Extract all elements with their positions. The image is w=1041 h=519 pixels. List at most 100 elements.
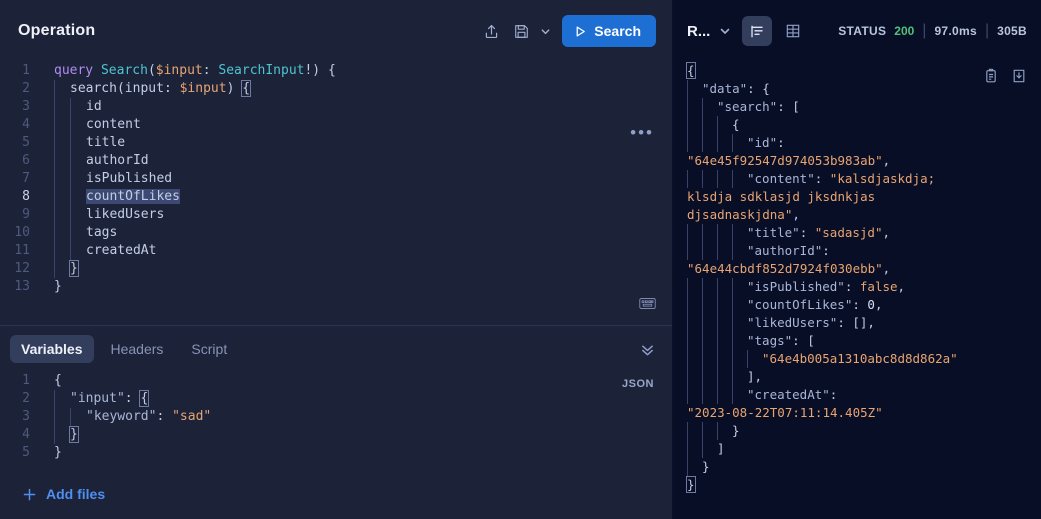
response-lines: {"data": {"search": [{"id": "64e45f92547d… — [686, 62, 1041, 494]
code-line: 1 query Search($input: SearchInput!) { — [0, 62, 672, 80]
indent-guide — [687, 278, 702, 296]
line-number: 1 — [22, 373, 30, 388]
code-token: "input" — [70, 391, 125, 406]
response-chevron-down-icon[interactable] — [716, 17, 734, 45]
indent-guide — [54, 408, 70, 426]
indent-guide — [54, 170, 70, 188]
indent-guide — [702, 422, 717, 440]
download-icon[interactable] — [1011, 68, 1027, 84]
line-number: 4 — [22, 117, 30, 132]
response-token: klsdja sdklasjd jksdnkjas — [687, 189, 876, 204]
line-number: 4 — [22, 427, 30, 442]
indent-guide — [687, 242, 702, 260]
code-line: 2 search(input: $input) { — [0, 80, 672, 98]
indent-guide — [70, 224, 86, 242]
share-upload-icon[interactable] — [476, 16, 506, 46]
line-number: 8 — [22, 189, 30, 204]
code-line: 12} — [0, 260, 672, 278]
response-token: "data" — [702, 81, 748, 96]
code-line: 7 isPublished — [0, 170, 672, 188]
code-line: 3 id — [0, 98, 672, 116]
tab-headers[interactable]: Headers — [100, 335, 175, 363]
response-line: "title": "sadasjd", — [687, 224, 1041, 242]
clipboard-copy-icon[interactable] — [983, 68, 999, 84]
code-text: id — [40, 98, 102, 116]
add-files-button[interactable]: Add files — [0, 469, 672, 519]
response-body[interactable]: {"data": {"search": [{"id": "64e45f92547d… — [673, 62, 1041, 519]
tab-variables[interactable]: Variables — [10, 335, 94, 363]
response-token: , — [874, 297, 883, 312]
tab-script[interactable]: Script — [180, 335, 238, 363]
response-token: "createdAt" — [747, 387, 830, 402]
editor-more-menu-icon[interactable]: ••• — [630, 124, 654, 141]
table-view-icon[interactable] — [778, 16, 808, 46]
indent-guide — [702, 278, 717, 296]
code-text: isPublished — [40, 170, 172, 188]
code-text: createdAt — [40, 242, 156, 260]
indent-guide — [70, 408, 86, 426]
indent-guide — [732, 278, 747, 296]
code-line: 5 title — [0, 134, 672, 152]
code-text: } — [40, 278, 62, 296]
indent-guide — [70, 242, 86, 260]
code-token: { — [139, 390, 150, 407]
indent-guide — [687, 296, 702, 314]
response-token: : { — [747, 81, 770, 96]
response-token: : — [829, 387, 838, 402]
variables-lines: 1{2 "input": {3 "keyword": "sad" 4} 5} — [0, 372, 672, 462]
code-line: 6 authorId — [0, 152, 672, 170]
code-token: search — [70, 81, 117, 96]
code-line: 8 countOfLikes — [0, 188, 672, 206]
code-token: id — [86, 99, 102, 114]
variables-code-editor[interactable]: 1{2 "input": {3 "keyword": "sad" 4} 5} JSON — [0, 372, 672, 469]
indent-guide — [732, 296, 747, 314]
response-line: { — [687, 116, 1041, 134]
indent-guide — [687, 170, 702, 188]
code-token: authorId — [86, 153, 149, 168]
double-chevron-down-icon[interactable] — [639, 341, 656, 358]
indent-guide — [70, 188, 86, 206]
code-line: 2 "input": { — [0, 390, 672, 408]
json-tree-view-icon[interactable] — [742, 16, 773, 46]
response-token: "kalsdjaskdja; — [829, 171, 936, 186]
indent-guide — [717, 278, 732, 296]
line-number: 10 — [14, 225, 30, 240]
response-token: } — [686, 476, 696, 493]
response-token: "tags" — [747, 333, 793, 348]
operation-header: Operation Search — [0, 0, 672, 62]
response-token: } — [702, 459, 710, 474]
response-token: : [ — [792, 333, 815, 348]
line-number: 5 — [22, 135, 30, 150]
search-button[interactable]: Search — [562, 15, 656, 47]
indent-guide — [54, 390, 70, 408]
response-line: "64e44cbdf852d7924f030ebb", — [687, 260, 1041, 278]
indent-guide — [70, 116, 86, 134]
save-options-chevron-down-icon[interactable] — [536, 17, 554, 45]
response-line: "content": "kalsdjaskdja; — [687, 170, 1041, 188]
floppy-save-icon[interactable] — [506, 16, 536, 46]
response-token: } — [732, 423, 740, 438]
code-token: "keyword" — [86, 409, 157, 424]
line-number: 3 — [22, 99, 30, 114]
query-code-editor[interactable]: 1 query Search($input: SearchInput!) {2 se… — [0, 62, 672, 325]
indent-guide — [702, 116, 717, 134]
response-line: } — [687, 422, 1041, 440]
line-number: 2 — [22, 81, 30, 96]
code-text: authorId — [40, 152, 149, 170]
code-token: query — [54, 63, 101, 78]
code-line: 13} — [0, 278, 672, 296]
keyboard-shortcut-icon[interactable] — [639, 297, 656, 315]
line-number: 1 — [22, 63, 30, 78]
response-token: : — [799, 225, 815, 240]
code-text: countOfLikes — [40, 188, 180, 206]
indent-guide — [702, 332, 717, 350]
response-title: R... — [687, 22, 711, 40]
code-text: } — [40, 444, 62, 462]
code-token: tags — [86, 225, 118, 240]
code-line: 9 likedUsers — [0, 206, 672, 224]
code-line: 1{ — [0, 372, 672, 390]
indent-guide — [717, 422, 732, 440]
indent-guide — [687, 224, 702, 242]
indent-guide — [687, 332, 702, 350]
indent-guide — [732, 350, 747, 368]
